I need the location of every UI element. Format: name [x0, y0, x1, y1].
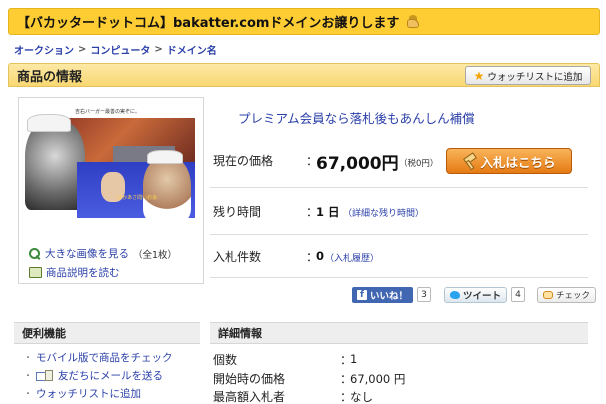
breadcrumb-domain-name[interactable]: ドメイン名 [167, 42, 217, 57]
check-button[interactable]: チェック [537, 286, 597, 303]
gavel-icon [462, 154, 476, 168]
add-to-watchlist-button[interactable]: ★ ウォッチリストに追加 [465, 66, 591, 85]
detail-start-price-value: 67,000 円 [350, 372, 406, 386]
photo-hat-left [27, 114, 71, 132]
watchlist-button-label: ウォッチリストに追加 [487, 71, 583, 83]
detail-top-bidder-label: 最高額入札者 [213, 390, 286, 404]
product-info-header: 商品の情報 ★ ウォッチリストに追加 [8, 63, 600, 87]
detail-top-bidder-value: なし [350, 390, 373, 404]
photo-person-left [25, 120, 85, 210]
details-header: 詳細情報 [210, 322, 588, 344]
title-bar: 【バカッタードットコム】bakatter.comドメインお譲りします [8, 8, 600, 35]
check-face-icon [543, 290, 553, 299]
mobile-check-link[interactable]: ・ モバイル版で商品をチェック [24, 350, 173, 365]
detail-quantity-value: 1 [350, 352, 358, 366]
check-label: チェック [556, 290, 591, 301]
view-large-image-label[interactable]: 大きな画像を見る [45, 246, 129, 261]
view-large-image-link[interactable]: 大きな画像を見る （全1枚） [29, 246, 177, 261]
bid-button-label: 入札はこちら [480, 154, 556, 170]
hand-raise-icon [407, 14, 421, 29]
price-label: 現在の価格 [213, 154, 274, 168]
facebook-like-count: 3 [417, 287, 432, 302]
tax-note: （税0円） [399, 159, 439, 169]
detail-start-price-label: 開始時の価格 [213, 372, 286, 386]
bid-count-label: 入札件数 [213, 250, 262, 264]
mail-icon [36, 369, 54, 382]
page-title: 【バカッタードットコム】bakatter.comドメインお譲りします [17, 16, 400, 31]
divider [210, 187, 588, 188]
breadcrumb-separator: > [154, 44, 163, 55]
facebook-icon: f [357, 289, 367, 300]
bid-button[interactable]: 入札はこちら [446, 148, 572, 174]
divider [210, 277, 588, 278]
functions-watchlist-link[interactable]: ・ ウォッチリストに追加 [24, 386, 141, 401]
premium-promo-link[interactable]: プレミアム会員なら落札後もあんしん補償 [238, 108, 475, 127]
product-photo[interactable]: 吉右バーガー最善の実ぞに。 ばかあさ問いお会 [25, 106, 195, 230]
current-price: 67,000円 [316, 154, 399, 174]
detailed-time-link[interactable]: （詳細な残り時間） [343, 206, 424, 219]
product-image-panel: 吉右バーガー最善の実ぞに。 ばかあさ問いお会 大きな画像を見る （全1枚） 商品… [18, 97, 204, 284]
breadcrumb: オークション > コンピュータ > ドメイン名 [14, 42, 217, 57]
functions-title: 便利機能 [22, 327, 66, 340]
photo-overlay-text: ばかあさ問いお会 [117, 195, 158, 201]
tweet-count: 4 [511, 287, 526, 302]
time-left-value: 1 日 [316, 205, 340, 219]
email-friend-link[interactable]: ・ 友だちにメールを送る [24, 368, 163, 383]
book-icon [29, 267, 42, 278]
bullet: ・ [24, 389, 32, 398]
detail-quantity-label: 個数 [213, 353, 238, 367]
breadcrumb-computer[interactable]: コンピュータ [90, 42, 150, 57]
facebook-like-button[interactable]: f いいね！ [352, 286, 414, 303]
tweet-button[interactable]: ツイート [444, 286, 508, 303]
photo-shop-sign: 吉右バーガー最善の実ぞに。 [75, 109, 141, 115]
breadcrumb-auction[interactable]: オークション [14, 42, 74, 57]
time-left-label: 残り時間 [213, 205, 262, 219]
facebook-like: f いいね！ 3 [352, 286, 432, 303]
twitter-bird-icon [450, 290, 460, 299]
functions-watchlist-label[interactable]: ウォッチリストに追加 [36, 386, 141, 401]
read-description-link[interactable]: 商品説明を読む [29, 265, 120, 280]
photo-person-right [143, 156, 191, 222]
bid-count-value: 0 [316, 249, 325, 263]
email-friend-label[interactable]: 友だちにメールを送る [58, 368, 163, 383]
facebook-like-label: いいね！ [370, 290, 409, 302]
read-description-label[interactable]: 商品説明を読む [46, 265, 120, 280]
photo-hat-right [147, 150, 183, 164]
bid-history-link[interactable]: （入札履歴） [325, 251, 379, 264]
functions-header: 便利機能 [14, 322, 200, 344]
bullet: ・ [24, 353, 32, 362]
star-icon: ★ [473, 68, 485, 83]
bullet: ・ [24, 371, 32, 380]
check: チェック [537, 286, 597, 303]
image-count: （全1枚） [133, 249, 178, 261]
mobile-check-label[interactable]: モバイル版で商品をチェック [36, 350, 173, 365]
magnifier-icon [29, 247, 41, 260]
section-title: 商品の情報 [17, 69, 83, 85]
divider [210, 234, 588, 235]
tweet: ツイート 4 [444, 286, 526, 303]
breadcrumb-separator: > [78, 44, 87, 55]
tweet-label: ツイート [463, 290, 502, 302]
details-title: 詳細情報 [218, 327, 262, 340]
